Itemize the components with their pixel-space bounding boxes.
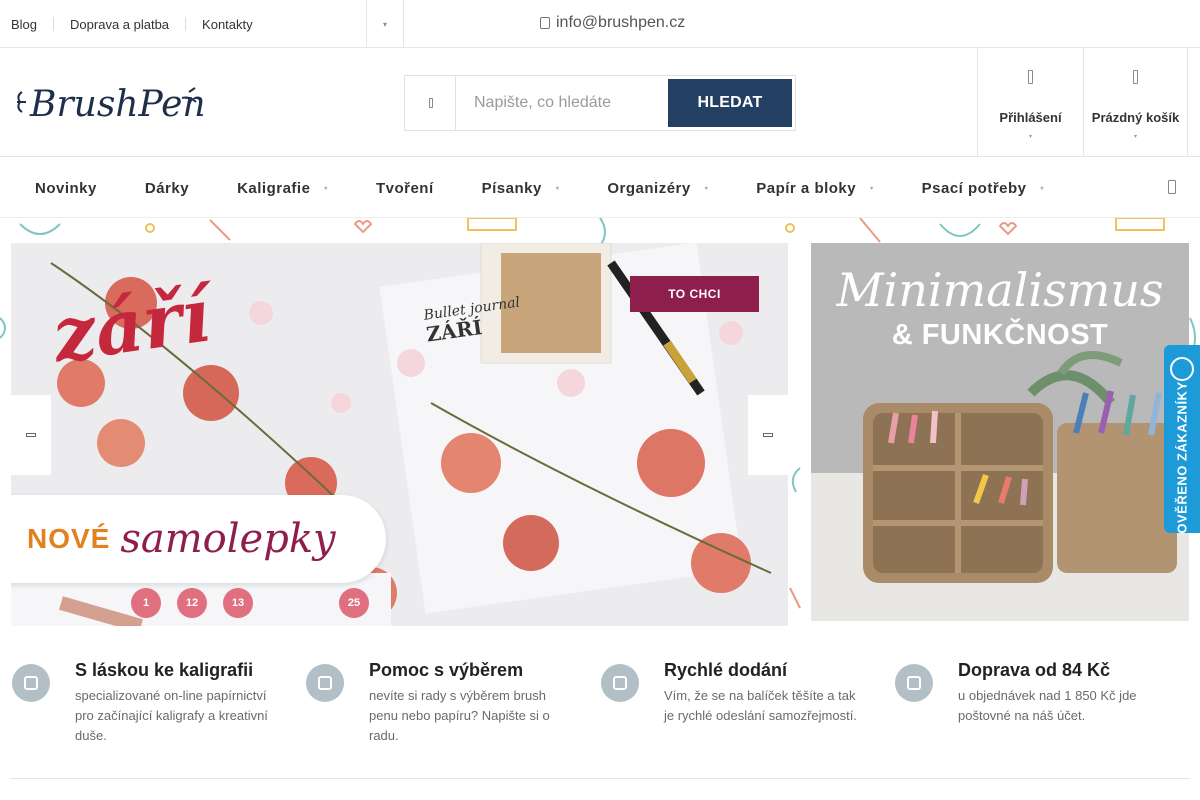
login-button[interactable]: Přihlášení ▾ — [977, 48, 1083, 156]
banner-subtitle: & FUNKČNOST — [891, 319, 1109, 351]
nav-item-label: Psací potřeby — [921, 179, 1027, 197]
search-icon — [423, 92, 439, 114]
banner-label-stickers: samolepky — [120, 516, 336, 562]
slider-prev-arrow-icon[interactable] — [11, 395, 51, 475]
header: BrushPen HLEDAT Přihlášení ▾ Prázdný koš… — [0, 48, 1200, 157]
nav-item-novinky[interactable]: Novinky — [35, 180, 97, 197]
banner-cta-button[interactable]: TO CHCI — [630, 276, 759, 312]
top-link-contacts[interactable]: Kontakty — [202, 17, 253, 32]
chevron-down-icon: ▾ — [555, 185, 560, 192]
nav-item-label: Papír a bloky — [756, 179, 857, 197]
feature-title: Doprava od 84 Kč — [958, 660, 1111, 680]
cart-icon — [1129, 68, 1143, 86]
help-hand-icon — [306, 664, 344, 702]
nav-item-kaligrafie[interactable]: Kaligrafie ▾ — [237, 180, 328, 197]
cart-label: Prázdný košík — [1091, 110, 1180, 125]
feature-text: specializované on-line papírnictví pro z… — [75, 688, 268, 743]
features-row: S láskou ke kaligrafii specializované on… — [0, 645, 1200, 779]
login-label: Přihlášení — [999, 110, 1062, 125]
sticker-number: 13 — [223, 588, 253, 618]
sticker-number-row: 1 12 13 25 — [131, 588, 369, 618]
search-input[interactable] — [457, 76, 667, 130]
nav-item-label: Kaligrafie — [237, 179, 311, 197]
top-bar: Blog Doprava a platba Kontakty ▾ info@br… — [0, 0, 1200, 48]
section-divider — [10, 778, 1190, 779]
chevron-down-icon: ▾ — [1028, 134, 1032, 140]
top-links: Blog Doprava a platba Kontakty — [0, 0, 253, 48]
search-divider — [455, 76, 456, 130]
nav-list: Novinky Dárky Kaligrafie ▾ Tvoření Písank… — [0, 158, 1200, 218]
nav-search-icon[interactable] — [1168, 180, 1176, 194]
top-link-separator — [53, 17, 55, 31]
sticker-number: 1 — [131, 588, 161, 618]
search-bar: HLEDAT — [404, 75, 796, 131]
nav-item-pisanky[interactable]: Písanky ▾ — [482, 180, 560, 197]
nav-item-label: Organizéry — [607, 179, 691, 197]
email-link[interactable]: info@brushpen.cz — [540, 14, 685, 32]
sticker-number: 25 — [339, 588, 369, 618]
main-nav: Novinky Dárky Kaligrafie ▾ Tvoření Písank… — [0, 158, 1200, 218]
banner-title: Minimalismus — [836, 263, 1164, 317]
email-text: info@brushpen.cz — [556, 14, 686, 31]
banner-slide-organizers[interactable]: Minimalismus & FUNKČNOST — [811, 243, 1189, 621]
nav-item-label: Tvoření — [375, 179, 434, 197]
feature-title: Pomoc s výběrem — [369, 660, 524, 680]
chevron-down-icon: ▾ — [1040, 185, 1045, 192]
user-icon — [1024, 68, 1038, 86]
nav-item-tvoreni[interactable]: Tvoření — [376, 180, 434, 197]
nav-item-psaci-potreby[interactable]: Psací potřeby ▾ — [922, 180, 1044, 197]
top-more-chevron-icon[interactable]: ▾ — [366, 0, 404, 48]
top-link-separator — [185, 17, 187, 31]
nav-item-label: Dárky — [144, 179, 190, 197]
feature-text: Vím, že se na balíček těšíte a tak je ry… — [664, 688, 857, 723]
chevron-down-icon: ▾ — [324, 185, 328, 192]
logo-graphic: BrushPen — [17, 84, 206, 125]
nav-item-papir[interactable]: Papír a bloky ▾ — [756, 180, 873, 197]
delivery-truck-icon — [601, 664, 639, 702]
feature-title: Rychlé dodání — [664, 660, 788, 680]
verified-badge-text: OVĚŘENO ZÁKAZNÍKY — [1164, 381, 1200, 533]
brushpen-logo[interactable]: BrushPen — [14, 68, 206, 132]
pen-nib-icon — [12, 664, 50, 702]
chevron-down-icon: ▾ — [870, 185, 874, 192]
feature-text: u objednávek nad 1 850 Kč jde poštovné n… — [958, 688, 1137, 723]
nav-item-darky[interactable]: Dárky — [145, 180, 189, 197]
nav-item-organizery[interactable]: Organizéry ▾ — [607, 180, 708, 197]
search-button[interactable]: HLEDAT — [668, 79, 792, 127]
cart-button[interactable]: Prázdný košík ▾ — [1083, 48, 1187, 156]
svg-text:BrushPen: BrushPen — [29, 84, 204, 125]
banner-label-new: NOVÉ — [27, 523, 111, 554]
envelope-icon — [540, 17, 550, 29]
top-link-blog[interactable]: Blog — [11, 17, 37, 32]
banner-slide-stickers[interactable]: září Bullet journal ZÁŘÍ TO CHCI NOVÉ sa… — [11, 243, 788, 626]
sticker-number: 12 — [177, 588, 207, 618]
verified-badge-label: OVĚŘENO ZÁKAZNÍKY — [1174, 380, 1190, 534]
top-divider — [403, 0, 404, 48]
banner-sticker-label: NOVÉ samolepky — [11, 495, 386, 583]
feature-text: nevíte si rady s výběrem brush penu nebo… — [369, 688, 550, 743]
verified-badge[interactable]: OVĚŘENO ZÁKAZNÍKY — [1164, 345, 1200, 533]
money-hand-icon — [895, 664, 933, 702]
chevron-down-icon: ▾ — [1133, 134, 1137, 140]
verified-seal-icon — [1170, 357, 1194, 381]
feature-title: S láskou ke kaligrafii — [75, 660, 254, 680]
nav-item-label: Písanky — [481, 179, 542, 197]
nav-item-label: Novinky — [35, 179, 97, 197]
top-link-shipping[interactable]: Doprava a platba — [70, 17, 169, 32]
chevron-down-icon: ▾ — [704, 185, 709, 192]
slider-next-arrow-icon[interactable] — [748, 395, 788, 475]
header-divider — [1187, 48, 1188, 156]
